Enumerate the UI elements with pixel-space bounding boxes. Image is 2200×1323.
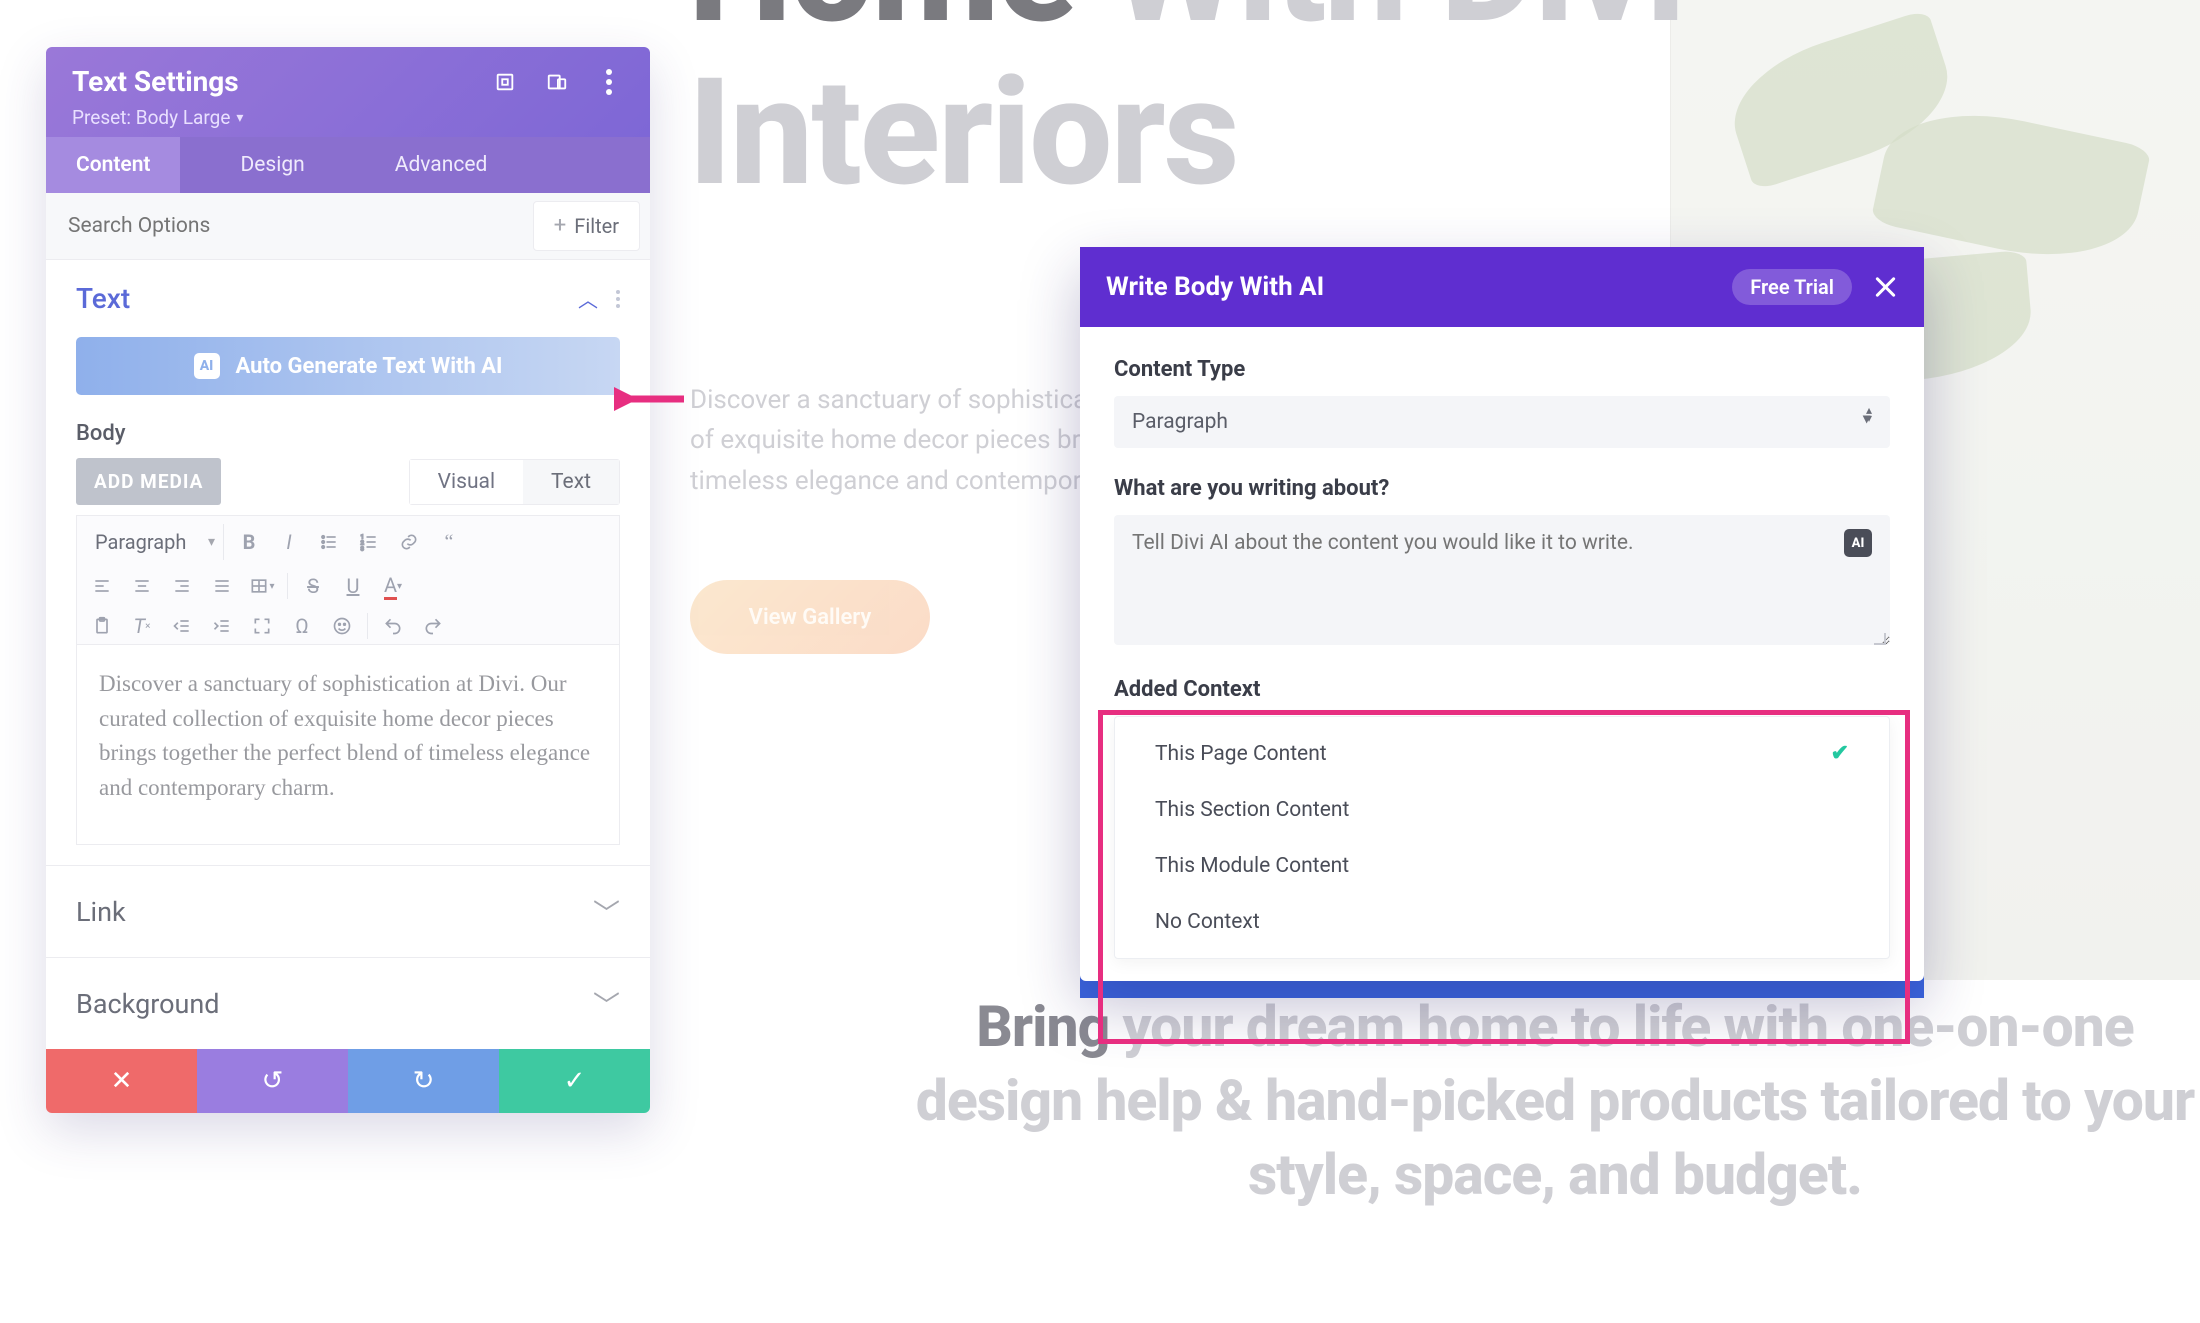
context-option-page[interactable]: This Page Content ✔ [1115, 725, 1889, 782]
wysiwyg-toolbar: Paragraph B I 123 “ ▾ S U A▾ T× Ω [76, 515, 620, 645]
page-hero-headline: Home With Divi Interiors [688, 0, 2200, 216]
panel-footer: ✕ ↺ ↻ ✓ [46, 1049, 650, 1113]
close-icon[interactable] [1872, 274, 1898, 300]
text-color-icon[interactable]: A▾ [378, 572, 408, 600]
text-section-header[interactable]: Text ︿ [46, 260, 650, 325]
filter-label: Filter [574, 214, 619, 238]
context-option-none[interactable]: No Context [1115, 894, 1889, 950]
search-input[interactable] [46, 196, 523, 256]
background-section-header[interactable]: Background ﹀ [46, 957, 650, 1049]
context-option-section[interactable]: This Section Content [1115, 782, 1889, 838]
outdent-icon[interactable] [167, 612, 197, 640]
text-settings-panel: Text Settings Preset: Body Large ▾ Conte… [46, 47, 650, 1113]
format-select[interactable]: Paragraph [87, 524, 213, 560]
panel-header: Text Settings Preset: Body Large ▾ [46, 47, 650, 137]
tab-design[interactable]: Design [210, 137, 334, 193]
align-right-icon[interactable] [167, 572, 197, 600]
indent-icon[interactable] [207, 612, 237, 640]
align-left-icon[interactable] [87, 572, 117, 600]
panel-menu-icon[interactable] [594, 67, 624, 97]
paste-icon[interactable] [87, 612, 117, 640]
view-gallery-button[interactable]: View Gallery [690, 580, 930, 654]
content-type-select-wrap[interactable]: Paragraph ▴▾ [1114, 396, 1890, 448]
emoji-icon[interactable] [327, 612, 357, 640]
added-context-label: Added Context [1114, 677, 1890, 702]
link-section-label: Link [76, 896, 126, 928]
modal-header: Write Body With AI Free Trial [1080, 247, 1924, 327]
clear-format-icon[interactable]: T× [127, 612, 157, 640]
link-section-header[interactable]: Link ﹀ [46, 865, 650, 957]
add-media-button[interactable]: ADD MEDIA [76, 458, 221, 505]
chevron-down-icon: ﹀ [593, 984, 620, 1023]
align-center-icon[interactable] [127, 572, 157, 600]
free-trial-button[interactable]: Free Trial [1732, 269, 1852, 305]
resize-handle-icon[interactable] [1874, 633, 1886, 645]
filter-button[interactable]: + Filter [533, 201, 640, 251]
check-icon: ✔ [1831, 741, 1849, 766]
annotation-arrow-icon [614, 384, 686, 414]
svg-text:3: 3 [361, 546, 364, 552]
text-section-label: Text [76, 282, 578, 315]
search-row: + Filter [46, 193, 650, 260]
content-type-label: Content Type [1114, 357, 1890, 382]
auto-generate-ai-button[interactable]: AI Auto Generate Text With AI [76, 337, 620, 395]
body-field-label: Body [46, 417, 650, 458]
modal-title: Write Body With AI [1106, 272, 1732, 302]
italic-icon[interactable]: I [274, 528, 304, 556]
tab-content[interactable]: Content [46, 137, 180, 193]
underline-icon[interactable]: U [338, 572, 368, 600]
about-label: What are you writing about? [1114, 476, 1890, 501]
visual-tab[interactable]: Visual [410, 460, 523, 504]
context-option-module[interactable]: This Module Content [1115, 838, 1889, 894]
editor-mode-tabs: Visual Text [409, 459, 620, 505]
plus-icon: + [554, 215, 566, 237]
fullscreen-icon[interactable] [247, 612, 277, 640]
align-justify-icon[interactable] [207, 572, 237, 600]
redo-button[interactable]: ↻ [348, 1049, 499, 1113]
save-button[interactable]: ✓ [499, 1049, 650, 1113]
ai-write-modal: Write Body With AI Free Trial Content Ty… [1080, 247, 1924, 981]
chevron-down-icon: ▾ [236, 110, 243, 126]
content-type-select[interactable]: Paragraph [1114, 396, 1890, 448]
table-icon[interactable]: ▾ [247, 572, 277, 600]
page-tagline: Bring your dream home to life with one-o… [910, 990, 2200, 1212]
body-editor[interactable]: Discover a sanctuary of sophistication a… [76, 645, 620, 845]
discard-button[interactable]: ✕ [46, 1049, 197, 1113]
panel-title: Text Settings [72, 65, 468, 98]
section-menu-icon[interactable] [608, 297, 620, 301]
select-caret-icon: ▴▾ [1866, 406, 1872, 423]
expand-icon[interactable] [490, 67, 520, 97]
bold-icon[interactable]: B [234, 528, 264, 556]
panel-tabs: Content Design Advanced [46, 137, 650, 193]
bullet-list-icon[interactable] [314, 528, 344, 556]
quote-icon[interactable]: “ [434, 528, 464, 556]
strikethrough-icon[interactable]: S [298, 572, 328, 600]
text-tab[interactable]: Text [523, 460, 619, 504]
about-textarea[interactable] [1114, 515, 1890, 645]
link-icon[interactable] [394, 528, 424, 556]
background-section-label: Background [76, 988, 220, 1020]
preset-selector[interactable]: Preset: Body Large ▾ [72, 106, 624, 129]
ai-badge-icon: AI [194, 353, 220, 379]
responsive-icon[interactable] [542, 67, 572, 97]
chevron-down-icon: ﹀ [593, 892, 620, 931]
format-select-wrap[interactable]: Paragraph [87, 524, 224, 560]
undo-button[interactable]: ↺ [197, 1049, 348, 1113]
special-char-icon[interactable]: Ω [287, 612, 317, 640]
context-dropdown: This Page Content ✔ This Section Content… [1114, 716, 1890, 959]
tab-advanced[interactable]: Advanced [365, 137, 518, 193]
undo-icon[interactable] [378, 612, 408, 640]
number-list-icon[interactable]: 123 [354, 528, 384, 556]
ai-button-label: Auto Generate Text With AI [236, 354, 503, 379]
chevron-up-icon[interactable]: ︿ [578, 284, 598, 313]
ai-suggest-icon[interactable]: AI [1844, 529, 1872, 557]
redo-icon[interactable] [418, 612, 448, 640]
preset-label: Preset: Body Large [72, 106, 230, 129]
